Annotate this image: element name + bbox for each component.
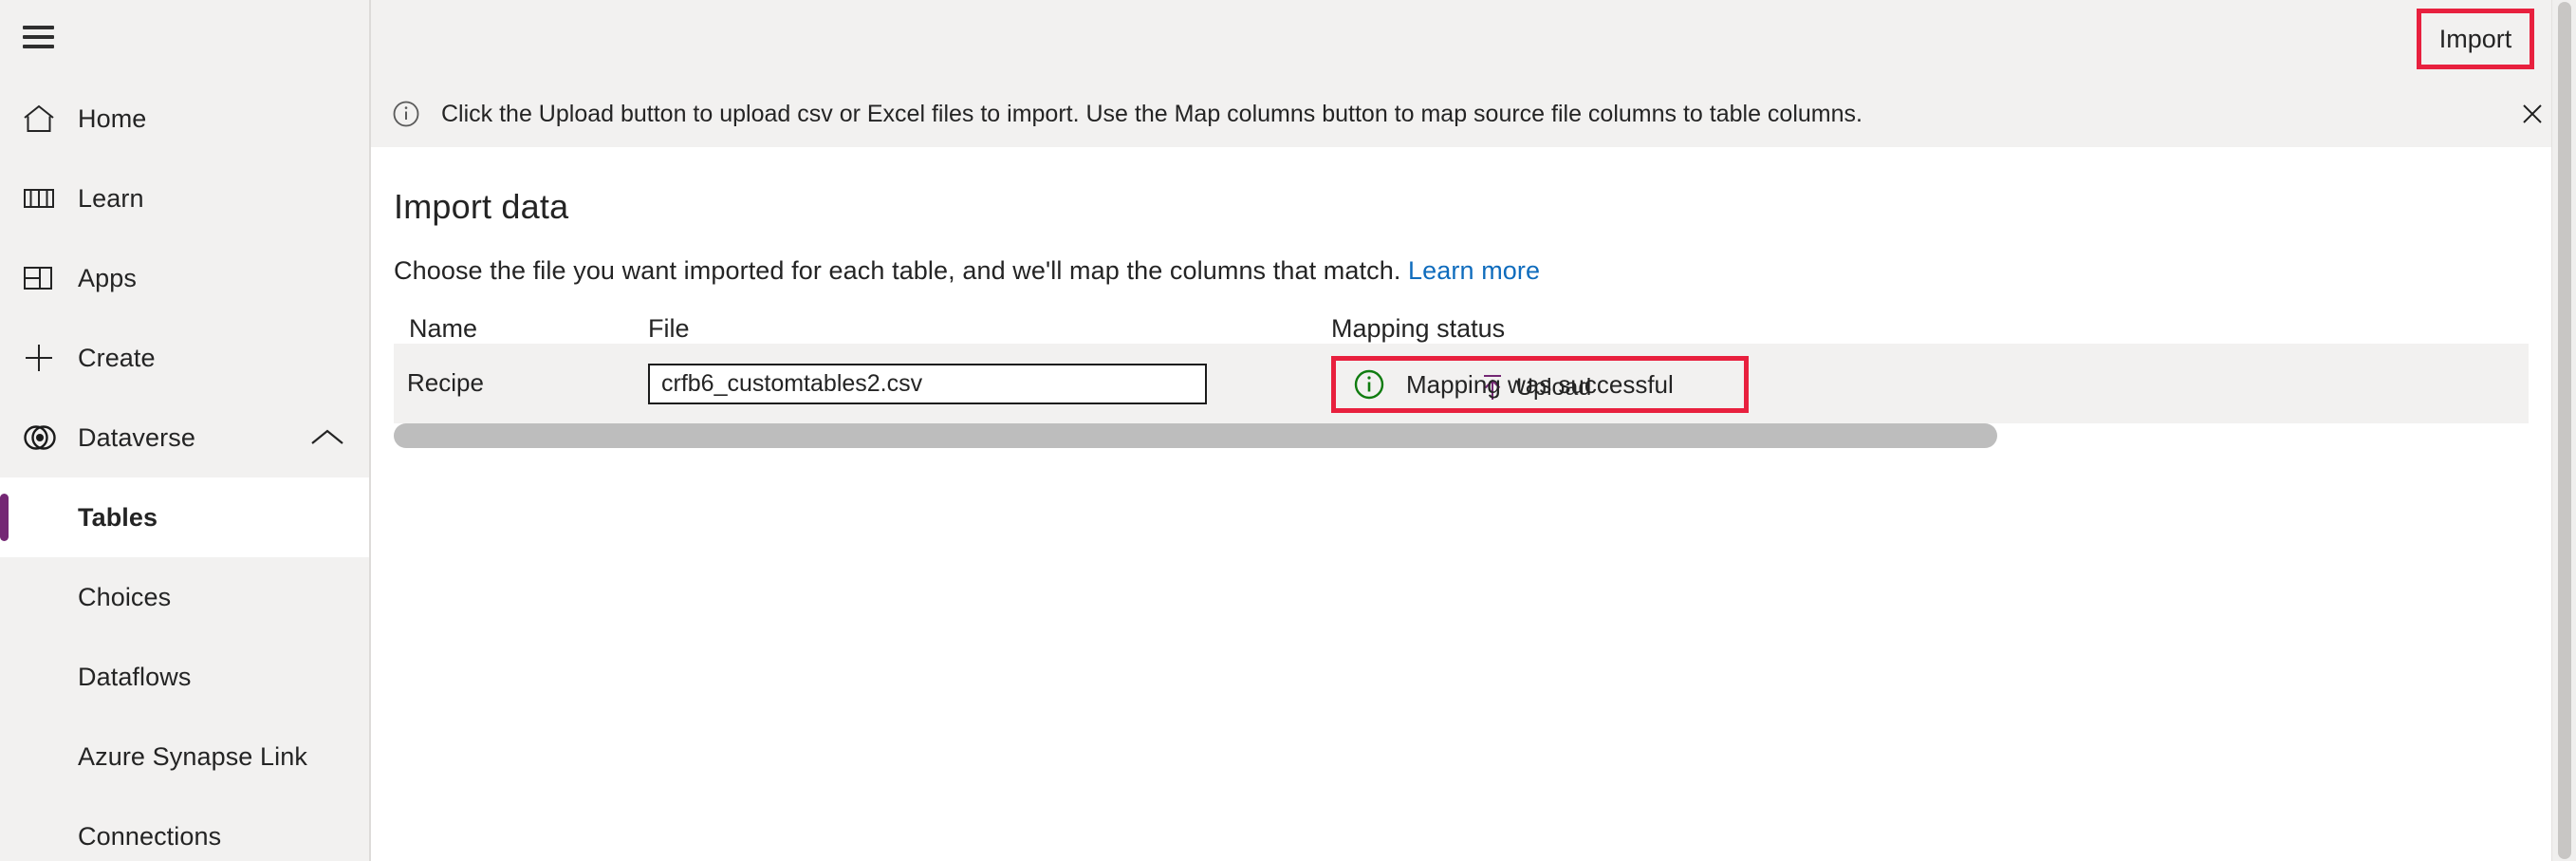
cell-file xyxy=(648,364,1207,404)
page-title: Import data xyxy=(394,147,2576,227)
sidebar-item-home[interactable]: Home xyxy=(0,79,369,159)
grid-header-row: Name File Mapping status xyxy=(394,315,2529,344)
sidebar-item-choices[interactable]: Choices xyxy=(0,557,369,637)
sidebar-item-label: Create xyxy=(78,344,369,373)
hamburger-bar xyxy=(23,26,54,29)
cell-table-name: Recipe xyxy=(407,368,484,398)
column-header-name: Name xyxy=(409,314,477,344)
sidebar-item-dataflows[interactable]: Dataflows xyxy=(0,637,369,717)
horizontal-scrollbar[interactable] xyxy=(394,423,1997,452)
book-icon xyxy=(23,184,78,213)
hamburger-bar xyxy=(23,45,54,48)
info-message-text: Click the Upload button to upload csv or… xyxy=(441,101,1863,128)
horizontal-scrollbar-thumb[interactable] xyxy=(394,423,1997,448)
table-row: Recipe Upload xyxy=(394,344,2529,423)
sidebar-item-label: Dataverse xyxy=(78,423,299,453)
page-description: Choose the file you want imported for ea… xyxy=(394,227,2576,286)
column-header-mapping-status: Mapping status xyxy=(1331,314,1505,344)
learn-more-link[interactable]: Learn more xyxy=(1408,256,1540,285)
vertical-scrollbar[interactable] xyxy=(2551,0,2576,861)
vertical-scrollbar-thumb[interactable] xyxy=(2558,2,2571,859)
sidebar-item-label: Home xyxy=(78,104,369,134)
sidebar-item-dataverse[interactable]: Dataverse xyxy=(0,398,369,477)
mapping-status-text: Mapping was successful xyxy=(1406,370,1674,400)
sidebar-item-tables[interactable]: Tables xyxy=(0,477,369,557)
sidebar-item-label: Apps xyxy=(78,264,369,293)
sidebar-item-label: Tables xyxy=(78,503,369,533)
sidebar-item-label: Choices xyxy=(78,583,369,612)
mapping-status-badge[interactable]: Mapping was successful xyxy=(1331,356,1749,413)
file-name-input[interactable] xyxy=(648,364,1207,404)
sidebar-item-connections[interactable]: Connections xyxy=(0,796,369,861)
page-description-text: Choose the file you want imported for ea… xyxy=(394,256,1400,285)
sidebar-item-label: Connections xyxy=(78,822,369,852)
sidebar-nav: Home Learn xyxy=(0,79,369,861)
sidebar-item-azure-synapse-link[interactable]: Azure Synapse Link xyxy=(0,717,369,796)
selected-indicator xyxy=(0,494,9,541)
sidebar-item-create[interactable]: Create xyxy=(0,318,369,398)
main-area: Import Click the Upload button to upload… xyxy=(371,0,2576,861)
hamburger-bar xyxy=(23,35,54,39)
apps-grid-icon xyxy=(23,264,78,292)
column-header-file: File xyxy=(648,314,690,344)
import-data-grid: Name File Mapping status Recipe xyxy=(394,315,2529,452)
sidebar: Home Learn xyxy=(0,0,371,861)
sidebar-item-learn[interactable]: Learn xyxy=(0,159,369,238)
chevron-up-icon[interactable] xyxy=(299,427,356,448)
plus-icon xyxy=(23,342,78,374)
app-window: Home Learn xyxy=(0,0,2576,861)
hamburger-menu-icon[interactable] xyxy=(23,22,57,48)
sidebar-item-label: Learn xyxy=(78,184,369,214)
dataverse-icon xyxy=(23,423,78,452)
content-panel: Import data Choose the file you want imp… xyxy=(371,147,2576,861)
info-circle-icon xyxy=(392,100,420,128)
sidebar-item-label: Dataflows xyxy=(78,663,369,692)
sidebar-item-apps[interactable]: Apps xyxy=(0,238,369,318)
info-message-bar: Click the Upload button to upload csv or… xyxy=(371,81,2576,147)
command-bar: Import xyxy=(371,0,2576,81)
info-circle-success-icon xyxy=(1353,368,1385,401)
close-icon[interactable] xyxy=(2512,94,2552,134)
import-button[interactable]: Import xyxy=(2417,9,2534,69)
sidebar-item-label: Azure Synapse Link xyxy=(78,742,369,772)
home-icon xyxy=(23,103,78,134)
